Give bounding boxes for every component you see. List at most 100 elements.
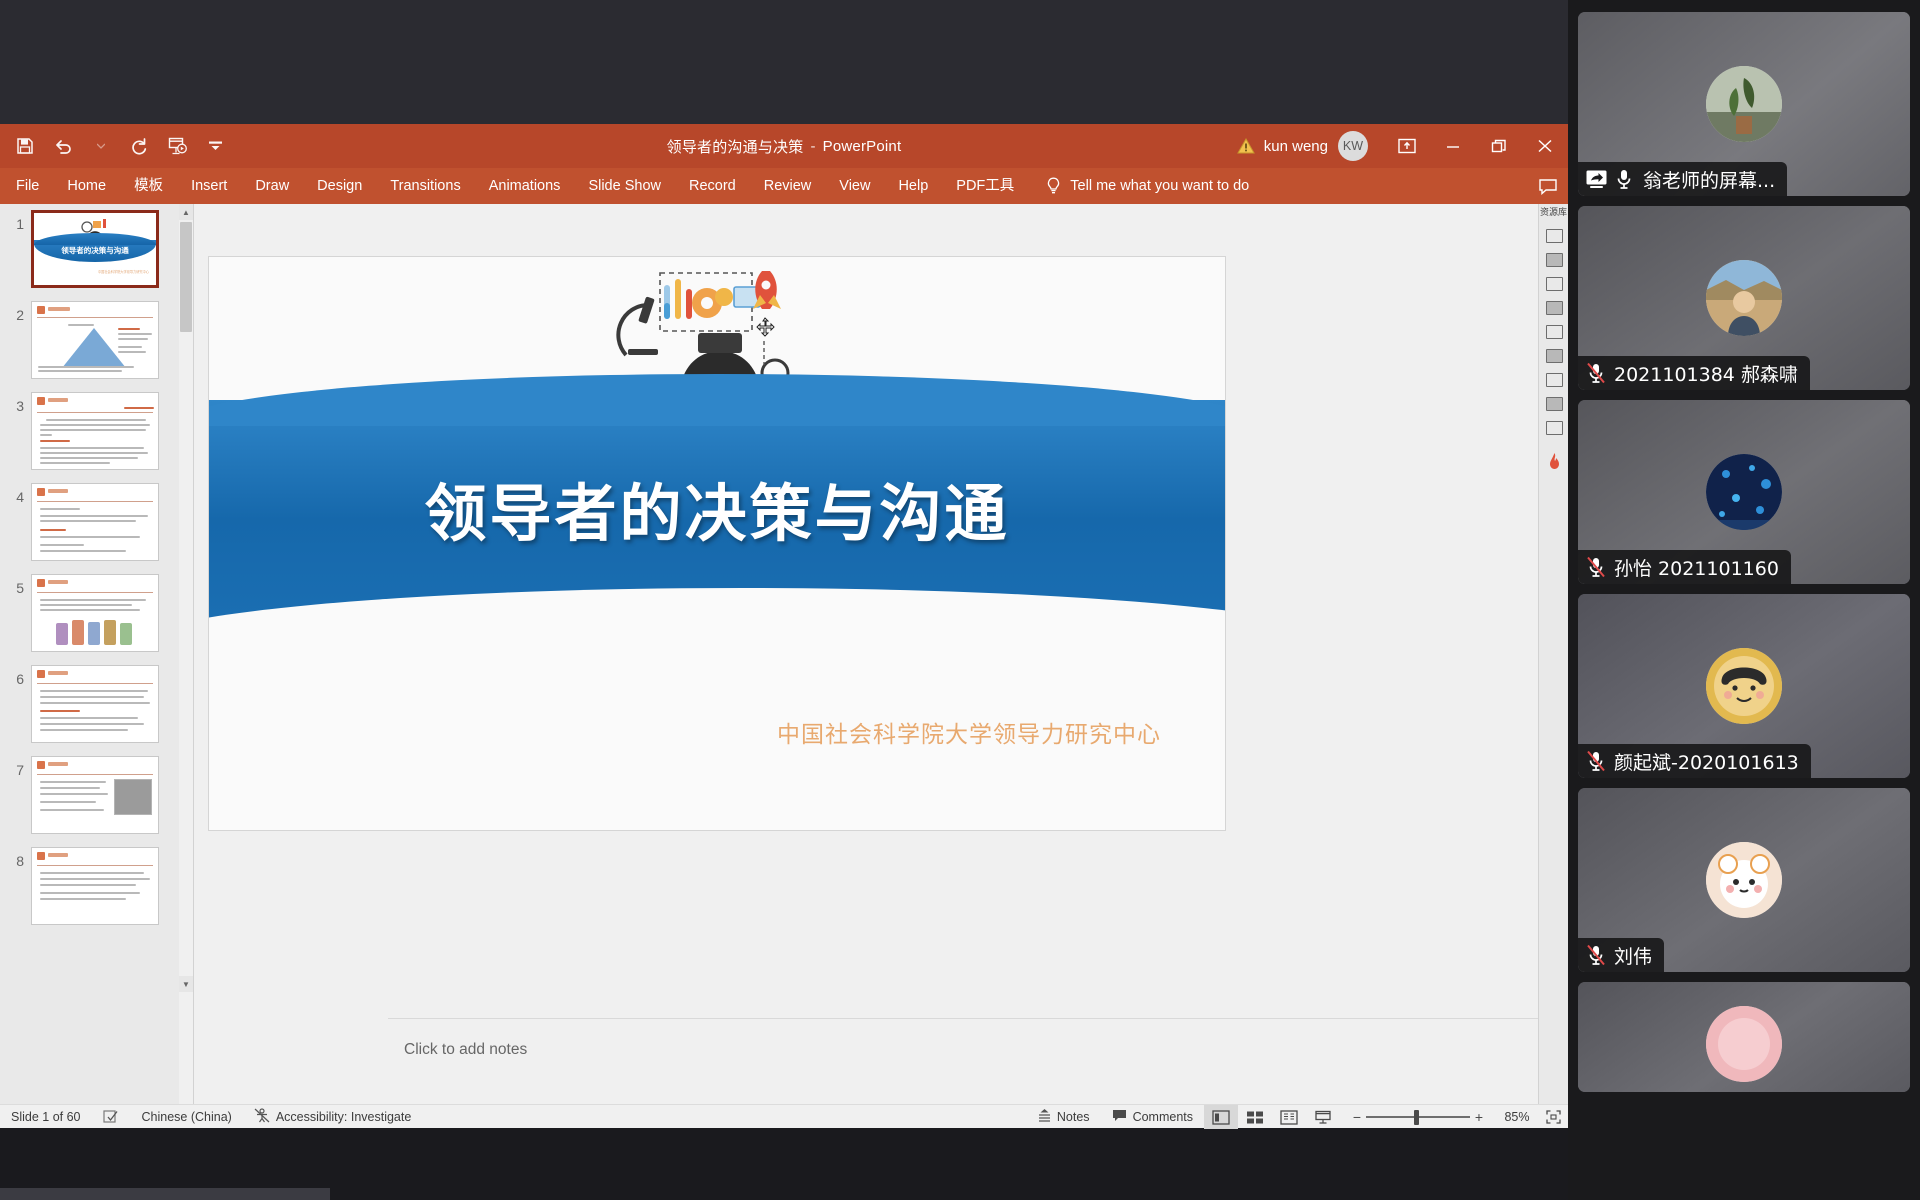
restore-button[interactable] [1476,124,1522,168]
tab-insert[interactable]: Insert [177,168,241,204]
slide-edit-area: 领导者的决策与沟通 中国社会科学院大学领导力研究中心 ▲ ▼ ⏶ ⏷ 资源库 [194,204,1568,1104]
grid-icon[interactable] [1539,248,1569,272]
slide-sorter-view-button[interactable] [1238,1105,1272,1129]
tab-view[interactable]: View [825,168,884,204]
notes-button[interactable]: Notes [1027,1105,1101,1129]
tab-design[interactable]: Design [303,168,376,204]
spell-check-icon[interactable] [92,1105,131,1129]
tab-file[interactable]: File [0,168,53,204]
thumbnail-slide-7[interactable] [31,756,159,834]
participant-name: 刘伟 [1614,945,1653,968]
participant-name: 颜起斌-2020101613 [1614,751,1799,774]
comment-icon [1112,1109,1127,1125]
thumbnail-title: 领导者的决策与沟通 [61,245,129,255]
zoom-out-button[interactable]: − [1348,1109,1366,1125]
list-item[interactable]: 2 [0,301,180,392]
flame-icon[interactable] [1539,450,1569,474]
template-icon[interactable] [1539,224,1569,248]
participant-tile[interactable] [1578,982,1910,1092]
tab-review[interactable]: Review [750,168,826,204]
list-item[interactable]: 1 领导者的决策与沟通 中国社会科学院大学领导力研究中心 [0,210,180,301]
tab-transitions[interactable]: Transitions [376,168,474,204]
tab-slide-show[interactable]: Slide Show [574,168,675,204]
slide-logo-icon [37,306,45,314]
comments-button[interactable]: Comments [1101,1105,1204,1129]
list-item[interactable]: 6 [0,665,180,756]
scrollbar-thumb[interactable] [180,222,192,332]
avatar[interactable]: KW [1338,131,1368,161]
thumbnail-subtitle: 中国社会科学院大学领导力研究中心 [98,270,149,274]
thumbnail-slide-6[interactable] [31,665,159,743]
thumbnail-number: 5 [16,580,24,596]
zoom-percent[interactable]: 85% [1496,1110,1538,1124]
thumbnail-slide-3[interactable] [31,392,159,470]
slide-logo-icon [37,670,45,678]
list-item[interactable]: 7 [0,756,180,847]
slide-title[interactable]: 领导者的决策与沟通 [209,463,1225,553]
language-indicator[interactable]: Chinese (China) [131,1105,243,1129]
tab-animations[interactable]: Animations [475,168,575,204]
participant-tile[interactable]: 刘伟 [1578,788,1910,972]
participant-tile[interactable]: 翁老师的屏幕... [1578,12,1910,196]
screen: 领导者的沟通与决策 - PowerPoint kun weng KW File … [0,0,1920,1200]
participant-name-bar: 孙怡 2021101160 [1578,550,1791,584]
fit-to-window-button[interactable] [1538,1105,1568,1129]
warning-triangle-icon[interactable] [1236,137,1255,154]
list-item[interactable]: 5 [0,574,180,665]
participant-name: 孙怡 2021101160 [1614,557,1779,580]
thumbnail-scrollbar[interactable]: ▲ ▼ [179,204,193,1104]
thumbnail-slide-4[interactable] [31,483,159,561]
normal-view-button[interactable] [1204,1105,1238,1129]
scroll-down-arrow-icon[interactable]: ▼ [179,976,193,992]
user-name[interactable]: kun weng [1264,138,1328,155]
tab-template[interactable]: 模板 [120,168,177,204]
minimize-button[interactable] [1430,124,1476,168]
zoom-in-button[interactable]: + [1470,1109,1488,1125]
notes-placeholder[interactable]: Click to add notes [404,1041,527,1059]
table-icon[interactable] [1539,368,1569,392]
participant-tile[interactable]: 孙怡 2021101160 [1578,400,1910,584]
zoom-slider[interactable]: − + [1340,1105,1496,1129]
tell-me-search[interactable]: Tell me what you want to do [1046,177,1249,195]
settings-icon[interactable] [1539,416,1569,440]
slide-canvas[interactable]: 领导者的决策与沟通 中国社会科学院大学领导力研究中心 [208,256,1226,831]
comments-ribbon-button[interactable] [1538,168,1558,204]
slide-thumbnail-list[interactable]: 1 领导者的决策与沟通 中国社会科学院大学领导力研究中心 2 3 4 5 6 7… [0,204,180,1104]
text-icon[interactable] [1539,392,1569,416]
tab-home[interactable]: Home [53,168,120,204]
zoom-handle[interactable] [1414,1109,1419,1125]
scroll-up-arrow-icon[interactable]: ▲ [179,204,193,220]
list-item[interactable]: 3 [0,392,180,483]
thumbnail-slide-5[interactable] [31,574,159,652]
thumbnail-slide-1[interactable]: 领导者的决策与沟通 中国社会科学院大学领导力研究中心 [31,210,159,288]
thumbnail-slide-2[interactable] [31,301,159,379]
accessibility-status[interactable]: Accessibility: Investigate [243,1105,422,1129]
slide-photo [114,779,152,815]
slide-counter[interactable]: Slide 1 of 60 [0,1105,92,1129]
layout-icon[interactable] [1539,272,1569,296]
slide-show-button[interactable] [1306,1105,1340,1129]
move-cursor-icon [754,317,776,339]
ribbon-display-options-button[interactable] [1384,124,1430,168]
tab-record[interactable]: Record [675,168,750,204]
resource-library-rail[interactable]: 资源库 [1538,204,1568,1104]
reading-view-button[interactable] [1272,1105,1306,1129]
list-item[interactable]: 8 [0,847,180,938]
list-item[interactable]: 4 [0,483,180,574]
workspace: 1 领导者的决策与沟通 中国社会科学院大学领导力研究中心 2 3 4 5 6 7… [0,204,1568,1104]
image-icon[interactable] [1539,296,1569,320]
thumbnail-slide-8[interactable] [31,847,159,925]
notes-pane[interactable]: Click to add notes [388,1018,1538,1104]
participant-tile[interactable]: 2021101384 郝森啸 [1578,206,1910,390]
tab-draw[interactable]: Draw [241,168,303,204]
slide-subtitle[interactable]: 中国社会科学院大学领导力研究中心 [777,715,1161,749]
close-button[interactable] [1522,124,1568,168]
tab-pdf-tools[interactable]: PDF工具 [942,168,1028,204]
chart-icon[interactable] [1539,320,1569,344]
rail-label: 资源库 [1539,207,1567,217]
participant-tile[interactable]: 颜起斌-2020101613 [1578,594,1910,778]
tab-help[interactable]: Help [884,168,942,204]
zoom-track[interactable] [1366,1105,1470,1129]
microphone-muted-icon [1586,556,1606,578]
shapes-icon[interactable] [1539,344,1569,368]
